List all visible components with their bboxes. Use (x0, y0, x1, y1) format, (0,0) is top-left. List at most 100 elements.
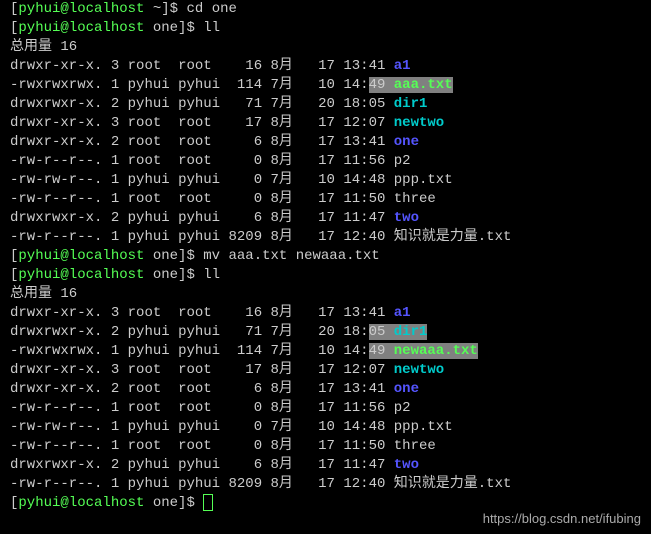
filename: p2 (394, 153, 411, 169)
perm: -rw-r--r--. (10, 400, 102, 416)
owner: root (128, 115, 170, 131)
owner: root (128, 362, 170, 378)
ls-row: drwxrwxr-x. 2 pyhui pyhui 71 7月 20 18:05… (0, 323, 651, 342)
group: pyhui (178, 419, 220, 435)
prompt-line[interactable]: [pyhui@localhost ~]$ cd one (0, 0, 651, 19)
perm: -rwxrwxrwx. (10, 77, 102, 93)
time-h: 11: (343, 400, 368, 416)
size: 114 (228, 77, 262, 93)
ls-row: drwxr-xr-x. 3 root root 16 8月 17 13:41 a… (0, 57, 651, 76)
day: 17 (318, 58, 335, 74)
group: pyhui (178, 343, 220, 359)
time-m: 05 (369, 96, 386, 112)
owner: pyhui (128, 476, 170, 492)
perm: -rwxrwxrwx. (10, 343, 102, 359)
links: 1 (111, 172, 119, 188)
time-m: 56 (369, 153, 386, 169)
time-m: 41 (369, 58, 386, 74)
host: localhost (69, 267, 145, 283)
month: 8月 (271, 210, 302, 226)
day: 10 (318, 77, 335, 93)
at: @ (60, 20, 68, 36)
ls-row: -rw-rw-r--. 1 pyhui pyhui 0 7月 10 14:48 … (0, 418, 651, 437)
links: 3 (111, 58, 119, 74)
time-h: 13: (343, 134, 368, 150)
filename: dir1 (394, 324, 428, 340)
prompt-line[interactable]: [pyhui@localhost one]$ mv aaa.txt newaaa… (0, 247, 651, 266)
time-h: 12: (343, 476, 368, 492)
time-m: 47 (369, 210, 386, 226)
perm: drwxrwxr-x. (10, 210, 102, 226)
links: 1 (111, 77, 119, 93)
owner: root (128, 191, 170, 207)
day: 17 (318, 457, 335, 473)
owner: root (128, 134, 170, 150)
time-m: 41 (369, 381, 386, 397)
group: root (178, 134, 220, 150)
group: pyhui (178, 324, 220, 340)
size: 17 (228, 115, 262, 131)
perm: -rw-rw-r--. (10, 419, 102, 435)
filename: newtwo (394, 362, 444, 378)
owner: pyhui (128, 172, 170, 188)
links: 1 (111, 419, 119, 435)
size: 71 (228, 324, 262, 340)
dollar: $ (170, 1, 187, 17)
dollar: $ (186, 495, 203, 511)
size: 6 (228, 457, 262, 473)
filename: ppp.txt (394, 419, 453, 435)
perm: drwxrwxr-x. (10, 324, 102, 340)
month: 8月 (271, 134, 302, 150)
ls-row: drwxr-xr-x. 2 root root 6 8月 17 13:41 on… (0, 133, 651, 152)
perm: -rw-r--r--. (10, 191, 102, 207)
perm: drwxr-xr-x. (10, 305, 102, 321)
perm: -rw-r--r--. (10, 438, 102, 454)
user: pyhui (18, 267, 60, 283)
time-m: 50 (369, 191, 386, 207)
size: 8209 (228, 476, 262, 492)
ls-row: -rw-r--r--. 1 pyhui pyhui 8209 8月 17 12:… (0, 228, 651, 247)
time-m: 48 (369, 172, 386, 188)
perm: -rw-r--r--. (10, 229, 102, 245)
path: one] (144, 495, 186, 511)
command: ll (203, 20, 220, 36)
month: 7月 (271, 324, 302, 340)
group: pyhui (178, 172, 220, 188)
month: 8月 (271, 229, 302, 245)
month: 7月 (271, 419, 302, 435)
filename: newtwo (394, 115, 444, 131)
size: 71 (228, 96, 262, 112)
time-m: 50 (369, 438, 386, 454)
links: 2 (111, 324, 119, 340)
time-h: 11: (343, 191, 368, 207)
owner: root (128, 400, 170, 416)
terminal-window[interactable]: [pyhui@localhost ~]$ cd one[pyhui@localh… (0, 0, 651, 513)
group: root (178, 381, 220, 397)
perm: drwxr-xr-x. (10, 362, 102, 378)
links: 3 (111, 305, 119, 321)
host: localhost (69, 1, 145, 17)
time-h: 13: (343, 381, 368, 397)
host: localhost (69, 20, 145, 36)
group: root (178, 305, 220, 321)
prompt-line[interactable]: [pyhui@localhost one]$ ll (0, 266, 651, 285)
ls-row: drwxrwxr-x. 2 pyhui pyhui 6 8月 17 11:47 … (0, 209, 651, 228)
group: root (178, 191, 220, 207)
time-m: 07 (369, 362, 386, 378)
day: 10 (318, 343, 335, 359)
size: 0 (228, 191, 262, 207)
group: pyhui (178, 457, 220, 473)
ls-row: -rwxrwxrwx. 1 pyhui pyhui 114 7月 10 14:4… (0, 76, 651, 95)
user: pyhui (18, 20, 60, 36)
links: 1 (111, 343, 119, 359)
path: one] (144, 267, 186, 283)
day: 17 (318, 210, 335, 226)
host: localhost (69, 495, 145, 511)
group: root (178, 58, 220, 74)
perm: -rw-rw-r--. (10, 172, 102, 188)
prompt-line[interactable]: [pyhui@localhost one]$ ll (0, 19, 651, 38)
owner: pyhui (128, 419, 170, 435)
user: pyhui (18, 495, 60, 511)
filename: aaa.txt (394, 77, 453, 93)
month: 7月 (271, 172, 302, 188)
